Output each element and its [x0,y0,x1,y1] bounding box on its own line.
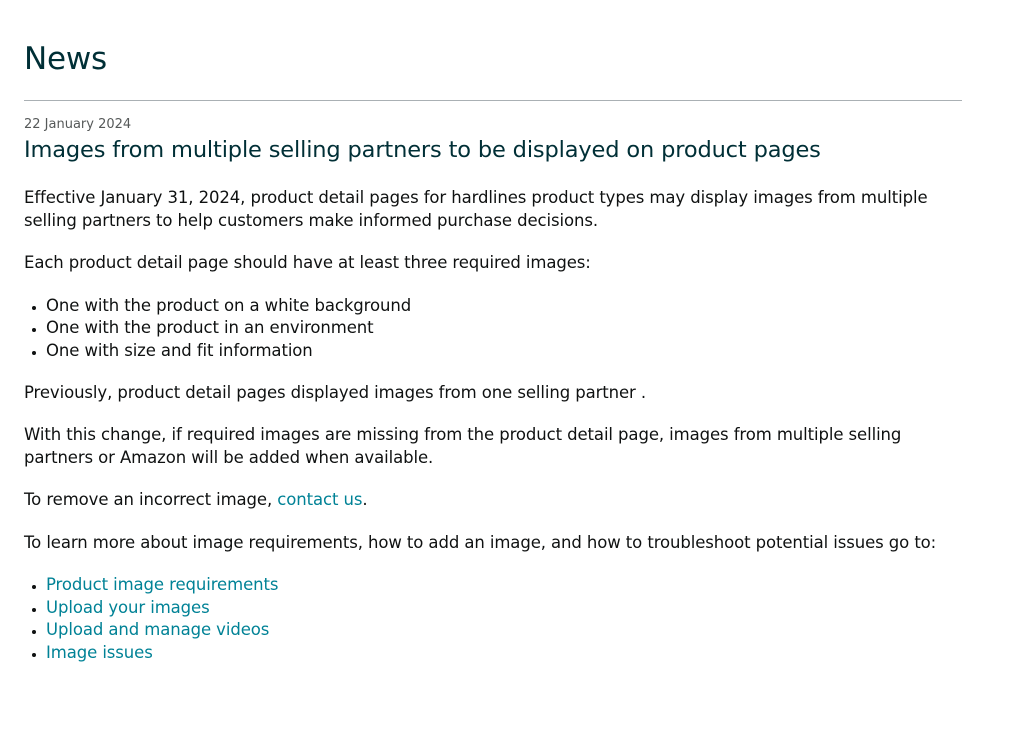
list-item: One with the product on a white backgrou… [46,295,974,318]
required-images-list: One with the product on a white backgrou… [24,295,974,363]
remove-suffix-text: . [362,490,368,509]
image-issues-link[interactable]: Image issues [46,643,153,662]
product-image-requirements-link[interactable]: Product image requirements [46,575,278,594]
list-item: Image issues [46,642,974,665]
paragraph-effective-date: Effective January 31, 2024, product deta… [24,188,928,230]
paragraph-required-images: Each product detail page should have at … [24,253,591,272]
news-page: News 22 January 2024 Images from multipl… [0,0,1024,739]
paragraph-learn-more: To learn more about image requirements, … [24,532,937,552]
paragraph-remove-image: To remove an incorrect image, contact us… [24,489,974,512]
article-body: Effective January 31, 2024, product deta… [24,187,974,684]
contact-us-link[interactable]: contact us [277,490,362,509]
remove-prefix-text: To remove an incorrect image, [24,490,278,509]
paragraph-change: With this change, if required images are… [24,425,902,467]
paragraph-previously: Previously, product detail pages display… [24,382,647,402]
upload-manage-videos-link[interactable]: Upload and manage videos [46,620,269,639]
list-item: Upload and manage videos [46,619,974,642]
list-item: One with the product in an environment [46,317,974,340]
list-item: Upload your images [46,597,974,620]
resource-links-list: Product image requirements Upload your i… [24,574,974,664]
page-title: News [24,41,107,77]
upload-your-images-link[interactable]: Upload your images [46,598,210,617]
list-item: Product image requirements [46,574,974,597]
article-title: Images from multiple selling partners to… [24,137,821,163]
title-divider [24,100,962,101]
article-date: 22 January 2024 [24,117,132,132]
list-item: One with size and fit information [46,340,974,363]
